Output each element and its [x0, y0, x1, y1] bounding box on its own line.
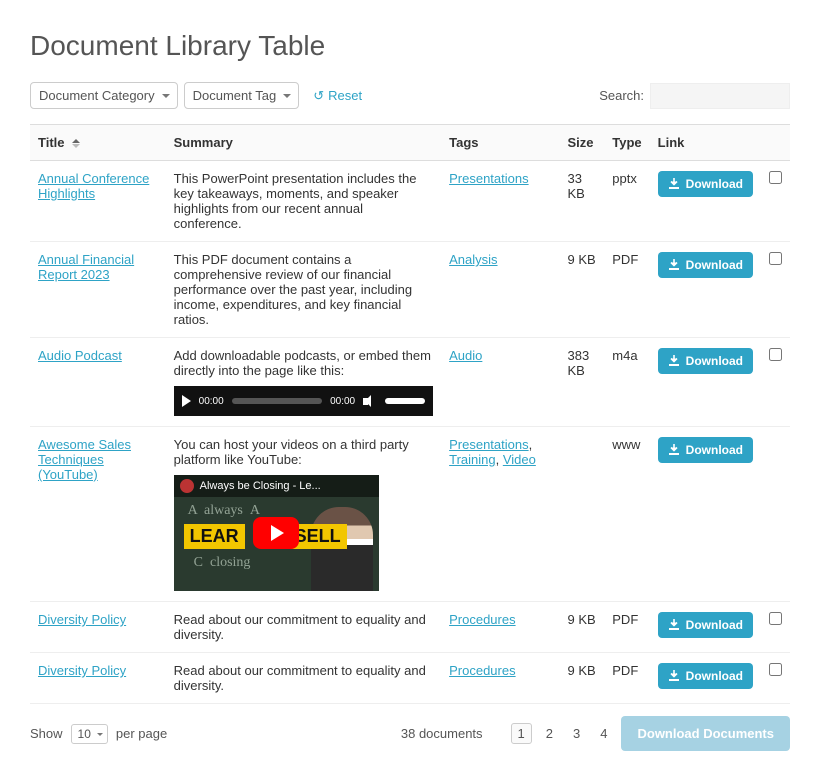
table-row: Audio Podcast Add downloadable podcasts, …	[30, 338, 790, 427]
person-image	[311, 507, 373, 591]
download-button[interactable]: Download	[658, 348, 753, 374]
row-select-checkbox[interactable]	[769, 348, 782, 361]
row-select-checkbox[interactable]	[769, 663, 782, 676]
table-row: Diversity Policy Read about our commitmen…	[30, 602, 790, 653]
col-size[interactable]: Size	[560, 125, 605, 161]
col-title[interactable]: Title	[30, 125, 166, 161]
channel-icon	[180, 479, 194, 493]
download-icon	[668, 444, 680, 456]
download-icon	[668, 355, 680, 367]
youtube-play-icon[interactable]	[253, 517, 299, 549]
table-row: Annual Financial Report 2023 This PDF doc…	[30, 242, 790, 338]
document-title-link[interactable]: Awesome Sales Techniques (YouTube)	[38, 437, 131, 482]
play-icon[interactable]	[182, 395, 191, 407]
download-button[interactable]: Download	[658, 437, 753, 463]
row-select-checkbox[interactable]	[769, 252, 782, 265]
audio-seek-bar[interactable]	[232, 398, 322, 404]
volume-icon[interactable]	[363, 395, 377, 407]
tag-link[interactable]: Audio	[449, 348, 482, 363]
tag-link[interactable]: Presentations	[449, 171, 529, 186]
col-select	[761, 125, 790, 161]
type-cell: m4a	[604, 338, 649, 427]
size-cell: 9 KB	[560, 242, 605, 338]
download-icon	[668, 259, 680, 271]
page-size-select[interactable]: 10	[71, 724, 108, 744]
category-filter[interactable]: Document Category	[30, 82, 178, 109]
type-cell: www	[604, 427, 649, 602]
size-cell	[560, 427, 605, 602]
table-row: Awesome Sales Techniques (YouTube) You ca…	[30, 427, 790, 602]
type-cell: PDF	[604, 602, 649, 653]
type-cell: PDF	[604, 242, 649, 338]
audio-time-total: 00:00	[330, 396, 355, 407]
volume-bar[interactable]	[385, 398, 425, 404]
download-button[interactable]: Download	[658, 612, 753, 638]
sort-icon	[72, 139, 80, 148]
download-button[interactable]: Download	[658, 663, 753, 689]
download-button[interactable]: Download	[658, 252, 753, 278]
search-label: Search:	[599, 88, 644, 103]
type-cell: PDF	[604, 653, 649, 704]
summary-text: Read about our commitment to equality an…	[174, 612, 433, 642]
undo-icon: ↺	[313, 88, 324, 104]
summary-text: This PowerPoint presentation includes th…	[174, 171, 433, 231]
download-icon	[668, 670, 680, 682]
tag-link[interactable]: Video	[503, 452, 536, 467]
bulk-download-button[interactable]: Download Documents	[621, 716, 790, 751]
size-cell: 33 KB	[560, 161, 605, 242]
documents-table: Title Summary Tags Size Type Link Annual…	[30, 124, 790, 704]
download-button[interactable]: Download	[658, 171, 753, 197]
page-title: Document Library Table	[30, 30, 790, 62]
video-caption: Always be Closing - Le...	[200, 480, 321, 492]
tag-link[interactable]: Training	[449, 452, 495, 467]
summary-text: Add downloadable podcasts, or embed them…	[174, 348, 433, 378]
page-number[interactable]: 4	[594, 724, 613, 743]
audio-player[interactable]: 00:00 00:00	[174, 386, 433, 416]
document-title-link[interactable]: Annual Conference Highlights	[38, 171, 149, 201]
size-cell: 9 KB	[560, 602, 605, 653]
page-number[interactable]: 1	[511, 723, 532, 744]
per-page-label: per page	[116, 726, 167, 741]
audio-time-current: 00:00	[199, 396, 224, 407]
tag-filter[interactable]: Document Tag	[184, 82, 300, 109]
page-number[interactable]: 2	[540, 724, 559, 743]
tag-link[interactable]: Presentations	[449, 437, 529, 452]
reset-button[interactable]: ↺ Reset	[313, 88, 362, 104]
col-summary[interactable]: Summary	[166, 125, 441, 161]
total-count: 38 documents	[401, 726, 483, 741]
table-row: Diversity Policy Read about our commitmen…	[30, 653, 790, 704]
col-tags[interactable]: Tags	[441, 125, 559, 161]
size-cell: 383 KB	[560, 338, 605, 427]
tag-link[interactable]: Procedures	[449, 612, 515, 627]
download-icon	[668, 619, 680, 631]
col-link[interactable]: Link	[650, 125, 761, 161]
col-type[interactable]: Type	[604, 125, 649, 161]
summary-text: Read about our commitment to equality an…	[174, 663, 433, 693]
document-title-link[interactable]: Audio Podcast	[38, 348, 122, 363]
show-label: Show	[30, 726, 63, 741]
row-select-checkbox[interactable]	[769, 171, 782, 184]
table-footer: Show 10 per page 38 documents 1234 Downl…	[30, 716, 790, 751]
search-input[interactable]	[650, 83, 790, 109]
download-icon	[668, 178, 680, 190]
size-cell: 9 KB	[560, 653, 605, 704]
table-row: Annual Conference Highlights This PowerPo…	[30, 161, 790, 242]
video-embed[interactable]: Always be Closing - Le...A always AC clo…	[174, 475, 379, 591]
tag-link[interactable]: Procedures	[449, 663, 515, 678]
summary-text: This PDF document contains a comprehensi…	[174, 252, 433, 327]
page-number[interactable]: 3	[567, 724, 586, 743]
type-cell: pptx	[604, 161, 649, 242]
pagination: 1234	[511, 723, 614, 744]
document-title-link[interactable]: Diversity Policy	[38, 663, 126, 678]
filter-toolbar: Document Category Document Tag ↺ Reset S…	[30, 82, 790, 109]
tag-link[interactable]: Analysis	[449, 252, 497, 267]
row-select-checkbox[interactable]	[769, 612, 782, 625]
summary-text: You can host your videos on a third part…	[174, 437, 433, 467]
document-title-link[interactable]: Diversity Policy	[38, 612, 126, 627]
document-title-link[interactable]: Annual Financial Report 2023	[38, 252, 134, 282]
